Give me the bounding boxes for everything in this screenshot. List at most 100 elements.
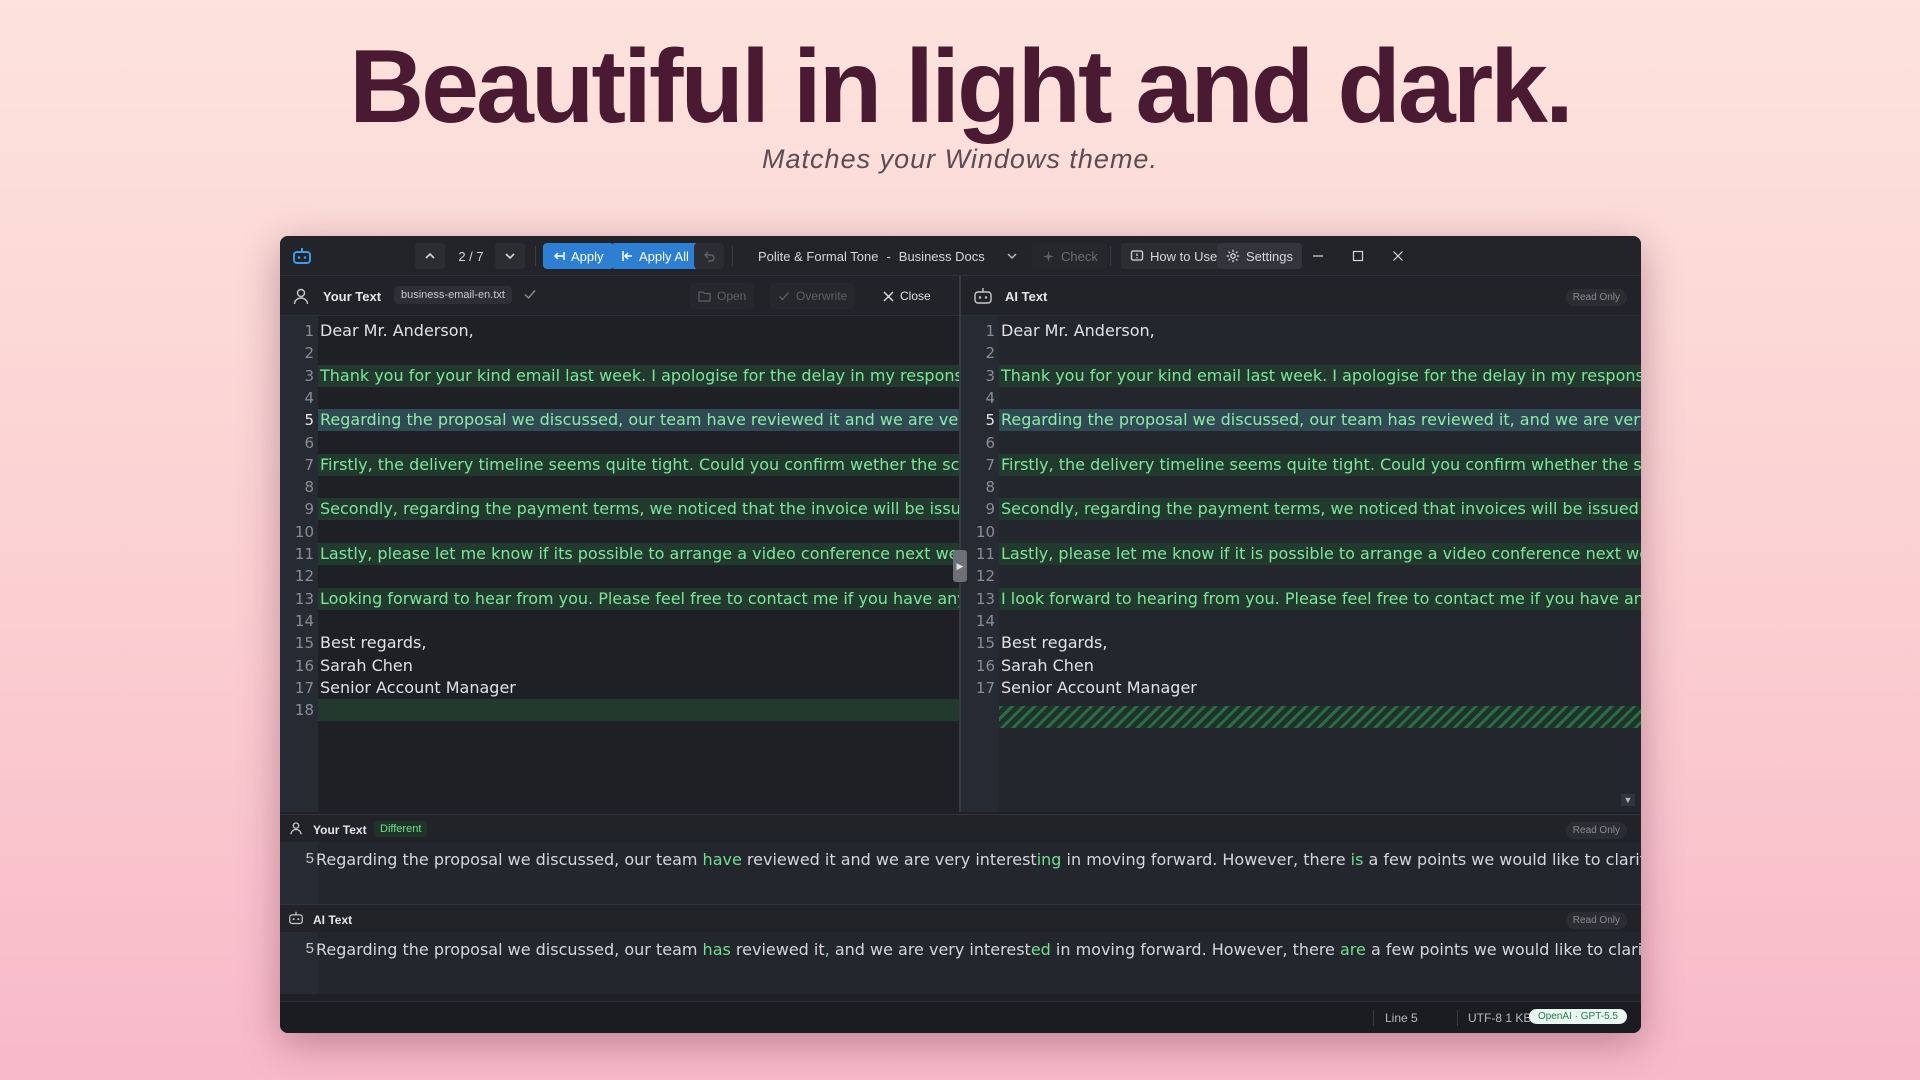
check-label: Check bbox=[1061, 248, 1098, 264]
editor-line: 13 I look forward to hearing from you. Pl… bbox=[961, 587, 1641, 610]
line-text bbox=[318, 432, 959, 454]
apply-label: Apply bbox=[571, 248, 604, 264]
removed-line-hatch bbox=[999, 706, 1641, 728]
close-file-button[interactable]: Close bbox=[875, 283, 939, 309]
hero-subtitle: Matches your Windows theme. bbox=[762, 144, 1158, 174]
sparkle-icon bbox=[1043, 250, 1054, 262]
splitter-handle-icon[interactable]: ▶ bbox=[953, 550, 967, 582]
scroll-down-icon[interactable]: ▼ bbox=[1621, 794, 1635, 806]
line-number: 9 bbox=[985, 500, 995, 519]
diff-changed-segment: has bbox=[702, 940, 731, 959]
your-text-editor[interactable]: 1 Dear Mr. Anderson, 2 3 Thank you for your … bbox=[280, 316, 959, 812]
line-number: 10 bbox=[975, 522, 995, 541]
minimize-icon[interactable] bbox=[1298, 243, 1338, 269]
apply-all-button[interactable]: Apply All bbox=[611, 243, 699, 269]
diff-changed-segment: ed bbox=[1030, 940, 1051, 959]
previous-change-button[interactable] bbox=[415, 243, 445, 269]
editor-line: 9 Secondly, regarding the payment terms, … bbox=[961, 498, 1641, 521]
apply-button[interactable]: Apply bbox=[543, 243, 614, 269]
line-text bbox=[999, 387, 1641, 409]
editor-line: 3 Thank you for your kind email last week… bbox=[280, 364, 959, 387]
editor-line: 2 bbox=[961, 342, 1641, 364]
apply-all-label: Apply All bbox=[639, 248, 689, 264]
your-text-header: Your Text business-email-en.txt Open Ove… bbox=[280, 276, 959, 316]
how-to-use-button[interactable]: How to Use bbox=[1121, 243, 1227, 269]
status-encoding: UTF-8 1 KB bbox=[1468, 1011, 1532, 1025]
diff-changed-segment: ing bbox=[1036, 850, 1062, 869]
model-badge[interactable]: OpenAI · GPT-5.5 bbox=[1528, 1009, 1627, 1024]
saved-check-icon bbox=[523, 287, 537, 301]
line-text: Firstly, the delivery timeline seems qui… bbox=[999, 453, 1641, 476]
line-text bbox=[999, 476, 1641, 498]
editor-line: 4 bbox=[961, 387, 1641, 409]
line-number: 14 bbox=[975, 611, 995, 630]
close-window-icon[interactable] bbox=[1378, 243, 1418, 269]
editor-line: 4 bbox=[280, 387, 959, 409]
check-icon bbox=[779, 292, 789, 301]
line-text: Lastly, please let me know if its possib… bbox=[318, 543, 959, 565]
line-text bbox=[999, 565, 1641, 587]
check-button[interactable]: Check bbox=[1032, 243, 1108, 269]
line-text: Secondly, regarding the payment terms, w… bbox=[999, 498, 1641, 521]
status-line: Line 5 bbox=[1385, 1011, 1418, 1025]
diff-changed-segment: are bbox=[1339, 940, 1366, 959]
line-text: Lastly, please let me know if it is poss… bbox=[999, 543, 1641, 565]
hero-title: Beautiful in light and dark. bbox=[349, 29, 1574, 145]
folder-icon bbox=[698, 291, 711, 302]
editor-line: 1 Dear Mr. Anderson, bbox=[280, 320, 959, 342]
read-only-badge: Read Only bbox=[1565, 289, 1627, 306]
apply-arrow-icon bbox=[553, 252, 565, 260]
editor-line: 16 Sarah Chen bbox=[280, 655, 959, 677]
line-number: 17 bbox=[975, 678, 995, 697]
editor-line: 5 Regarding the proposal we discussed, ou… bbox=[280, 409, 959, 432]
editor-line: 5 Regarding the proposal we discussed, ou… bbox=[961, 409, 1641, 432]
overwrite-button[interactable]: Overwrite bbox=[770, 283, 856, 309]
line-number: 10 bbox=[294, 522, 314, 541]
line-number: 12 bbox=[294, 567, 314, 586]
profile-dropdown-chevron-icon[interactable] bbox=[1002, 243, 1022, 269]
detail-ai-line: Regarding the proposal we discussed, our… bbox=[316, 940, 1641, 959]
detail-ai-body: 5 Regarding the proposal we discussed, o… bbox=[280, 932, 1641, 994]
editor-line: 15 Best regards, bbox=[280, 632, 959, 654]
diff-segment: reviewed it bbox=[730, 940, 825, 959]
user-icon bbox=[289, 821, 303, 835]
line-number: 16 bbox=[294, 656, 314, 675]
ai-text-header: AI Text Read Only bbox=[961, 276, 1641, 316]
editor-line: 6 bbox=[280, 432, 959, 454]
change-position: 2 / 7 bbox=[458, 248, 484, 264]
editor-line: 9 Secondly, regarding the payment terms, … bbox=[280, 498, 959, 521]
filename-chip: business-email-en.txt bbox=[394, 286, 512, 304]
diff-changed-segment: is bbox=[1350, 850, 1364, 869]
diff-segment: in moving forward. However, there bbox=[1061, 850, 1351, 869]
editor-line: 10 bbox=[961, 521, 1641, 543]
line-number: 7 bbox=[985, 455, 995, 474]
editor-line: 14 bbox=[961, 610, 1641, 632]
next-change-button[interactable] bbox=[495, 243, 525, 269]
editor-line: 14 bbox=[280, 610, 959, 632]
line-text: Best regards, bbox=[1001, 633, 1108, 653]
detail-your-line: Regarding the proposal we discussed, our… bbox=[316, 850, 1641, 869]
profile-separator: - bbox=[886, 248, 891, 264]
profile-selector[interactable]: Polite & Formal Tone - Business Docs bbox=[758, 243, 985, 269]
line-text: Firstly, the delivery timeline seems qui… bbox=[318, 453, 959, 476]
pane-splitter[interactable] bbox=[959, 276, 961, 812]
editor-line: 11 Lastly, please let me know if its poss… bbox=[280, 543, 959, 565]
detail-line-number: 5 bbox=[305, 850, 314, 867]
line-text bbox=[318, 387, 959, 409]
maximize-icon[interactable] bbox=[1338, 243, 1378, 269]
settings-button[interactable]: Settings bbox=[1217, 243, 1302, 269]
editor-line: 7 Firstly, the delivery timeline seems qu… bbox=[961, 453, 1641, 476]
diff-segment: in moving forward. However, there bbox=[1050, 940, 1340, 959]
editor-line: 2 bbox=[280, 342, 959, 364]
line-text: Thank you for your kind email last week.… bbox=[999, 364, 1641, 387]
undo-button[interactable] bbox=[694, 243, 724, 269]
line-number: 13 bbox=[294, 589, 314, 608]
open-button[interactable]: Open bbox=[690, 283, 755, 309]
line-number: 3 bbox=[985, 366, 995, 385]
line-number: 6 bbox=[985, 433, 995, 452]
line-number: 15 bbox=[975, 634, 995, 653]
editor-line: 16 Sarah Chen bbox=[961, 655, 1641, 677]
line-number: 7 bbox=[304, 455, 314, 474]
profile-category: Business Docs bbox=[898, 248, 985, 264]
diff-segment: a few points we would like to clarify be… bbox=[1368, 850, 1641, 869]
